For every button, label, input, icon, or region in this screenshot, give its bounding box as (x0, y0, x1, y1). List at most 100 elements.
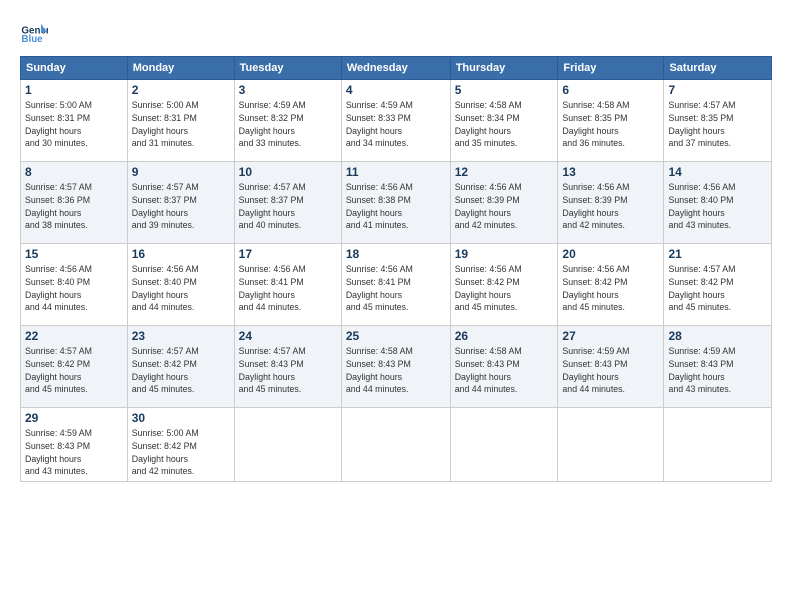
day-number: 16 (132, 247, 230, 261)
day-info: Sunrise: 4:58 AM Sunset: 8:43 PM Dayligh… (455, 345, 554, 396)
day-info: Sunrise: 4:57 AM Sunset: 8:42 PM Dayligh… (132, 345, 230, 396)
empty-cell (341, 408, 450, 482)
day-info: Sunrise: 4:57 AM Sunset: 8:35 PM Dayligh… (668, 99, 767, 150)
day-info: Sunrise: 4:56 AM Sunset: 8:42 PM Dayligh… (562, 263, 659, 314)
day-cell-7: 7 Sunrise: 4:57 AM Sunset: 8:35 PM Dayli… (664, 80, 772, 162)
day-info: Sunrise: 4:59 AM Sunset: 8:43 PM Dayligh… (562, 345, 659, 396)
day-cell-28: 28 Sunrise: 4:59 AM Sunset: 8:43 PM Dayl… (664, 326, 772, 408)
day-number: 22 (25, 329, 123, 343)
calendar-week-2: 8 Sunrise: 4:57 AM Sunset: 8:36 PM Dayli… (21, 162, 772, 244)
day-number: 30 (132, 411, 230, 425)
day-cell-11: 11 Sunrise: 4:56 AM Sunset: 8:38 PM Dayl… (341, 162, 450, 244)
day-cell-22: 22 Sunrise: 4:57 AM Sunset: 8:42 PM Dayl… (21, 326, 128, 408)
col-header-sunday: Sunday (21, 57, 128, 80)
day-number: 3 (239, 83, 337, 97)
svg-text:Blue: Blue (21, 34, 43, 45)
day-info: Sunrise: 4:56 AM Sunset: 8:39 PM Dayligh… (562, 181, 659, 232)
calendar-header-row: SundayMondayTuesdayWednesdayThursdayFrid… (21, 57, 772, 80)
day-cell-19: 19 Sunrise: 4:56 AM Sunset: 8:42 PM Dayl… (450, 244, 558, 326)
day-number: 4 (346, 83, 446, 97)
day-cell-24: 24 Sunrise: 4:57 AM Sunset: 8:43 PM Dayl… (234, 326, 341, 408)
calendar-week-5: 29 Sunrise: 4:59 AM Sunset: 8:43 PM Dayl… (21, 408, 772, 482)
day-number: 8 (25, 165, 123, 179)
day-cell-29: 29 Sunrise: 4:59 AM Sunset: 8:43 PM Dayl… (21, 408, 128, 482)
day-number: 11 (346, 165, 446, 179)
day-cell-17: 17 Sunrise: 4:56 AM Sunset: 8:41 PM Dayl… (234, 244, 341, 326)
calendar-table: SundayMondayTuesdayWednesdayThursdayFrid… (20, 56, 772, 482)
day-cell-3: 3 Sunrise: 4:59 AM Sunset: 8:32 PM Dayli… (234, 80, 341, 162)
day-cell-25: 25 Sunrise: 4:58 AM Sunset: 8:43 PM Dayl… (341, 326, 450, 408)
day-info: Sunrise: 4:57 AM Sunset: 8:42 PM Dayligh… (668, 263, 767, 314)
empty-cell (664, 408, 772, 482)
col-header-friday: Friday (558, 57, 664, 80)
day-number: 25 (346, 329, 446, 343)
day-number: 28 (668, 329, 767, 343)
day-cell-15: 15 Sunrise: 4:56 AM Sunset: 8:40 PM Dayl… (21, 244, 128, 326)
logo: General Blue (20, 18, 52, 46)
day-info: Sunrise: 4:57 AM Sunset: 8:36 PM Dayligh… (25, 181, 123, 232)
day-cell-20: 20 Sunrise: 4:56 AM Sunset: 8:42 PM Dayl… (558, 244, 664, 326)
day-number: 13 (562, 165, 659, 179)
calendar-week-1: 1 Sunrise: 5:00 AM Sunset: 8:31 PM Dayli… (21, 80, 772, 162)
day-cell-10: 10 Sunrise: 4:57 AM Sunset: 8:37 PM Dayl… (234, 162, 341, 244)
day-info: Sunrise: 4:56 AM Sunset: 8:41 PM Dayligh… (239, 263, 337, 314)
col-header-saturday: Saturday (664, 57, 772, 80)
day-cell-27: 27 Sunrise: 4:59 AM Sunset: 8:43 PM Dayl… (558, 326, 664, 408)
col-header-monday: Monday (127, 57, 234, 80)
day-number: 18 (346, 247, 446, 261)
day-cell-13: 13 Sunrise: 4:56 AM Sunset: 8:39 PM Dayl… (558, 162, 664, 244)
day-info: Sunrise: 4:58 AM Sunset: 8:43 PM Dayligh… (346, 345, 446, 396)
day-cell-9: 9 Sunrise: 4:57 AM Sunset: 8:37 PM Dayli… (127, 162, 234, 244)
day-info: Sunrise: 4:56 AM Sunset: 8:38 PM Dayligh… (346, 181, 446, 232)
day-cell-30: 30 Sunrise: 5:00 AM Sunset: 8:42 PM Dayl… (127, 408, 234, 482)
day-number: 1 (25, 83, 123, 97)
col-header-thursday: Thursday (450, 57, 558, 80)
day-cell-16: 16 Sunrise: 4:56 AM Sunset: 8:40 PM Dayl… (127, 244, 234, 326)
day-cell-21: 21 Sunrise: 4:57 AM Sunset: 8:42 PM Dayl… (664, 244, 772, 326)
day-info: Sunrise: 4:56 AM Sunset: 8:42 PM Dayligh… (455, 263, 554, 314)
day-info: Sunrise: 5:00 AM Sunset: 8:31 PM Dayligh… (132, 99, 230, 150)
day-number: 6 (562, 83, 659, 97)
empty-cell (450, 408, 558, 482)
day-info: Sunrise: 4:56 AM Sunset: 8:41 PM Dayligh… (346, 263, 446, 314)
day-cell-12: 12 Sunrise: 4:56 AM Sunset: 8:39 PM Dayl… (450, 162, 558, 244)
calendar-week-3: 15 Sunrise: 4:56 AM Sunset: 8:40 PM Dayl… (21, 244, 772, 326)
day-cell-5: 5 Sunrise: 4:58 AM Sunset: 8:34 PM Dayli… (450, 80, 558, 162)
day-info: Sunrise: 4:57 AM Sunset: 8:42 PM Dayligh… (25, 345, 123, 396)
day-number: 27 (562, 329, 659, 343)
day-cell-26: 26 Sunrise: 4:58 AM Sunset: 8:43 PM Dayl… (450, 326, 558, 408)
day-number: 15 (25, 247, 123, 261)
day-number: 12 (455, 165, 554, 179)
day-cell-23: 23 Sunrise: 4:57 AM Sunset: 8:42 PM Dayl… (127, 326, 234, 408)
day-cell-2: 2 Sunrise: 5:00 AM Sunset: 8:31 PM Dayli… (127, 80, 234, 162)
day-cell-6: 6 Sunrise: 4:58 AM Sunset: 8:35 PM Dayli… (558, 80, 664, 162)
day-number: 7 (668, 83, 767, 97)
day-number: 10 (239, 165, 337, 179)
day-number: 29 (25, 411, 123, 425)
day-info: Sunrise: 4:56 AM Sunset: 8:40 PM Dayligh… (25, 263, 123, 314)
day-info: Sunrise: 4:58 AM Sunset: 8:35 PM Dayligh… (562, 99, 659, 150)
empty-cell (234, 408, 341, 482)
day-info: Sunrise: 5:00 AM Sunset: 8:42 PM Dayligh… (132, 427, 230, 478)
col-header-tuesday: Tuesday (234, 57, 341, 80)
col-header-wednesday: Wednesday (341, 57, 450, 80)
empty-cell (558, 408, 664, 482)
day-number: 14 (668, 165, 767, 179)
day-info: Sunrise: 4:59 AM Sunset: 8:32 PM Dayligh… (239, 99, 337, 150)
day-info: Sunrise: 4:57 AM Sunset: 8:37 PM Dayligh… (239, 181, 337, 232)
day-number: 5 (455, 83, 554, 97)
day-cell-14: 14 Sunrise: 4:56 AM Sunset: 8:40 PM Dayl… (664, 162, 772, 244)
day-number: 21 (668, 247, 767, 261)
day-info: Sunrise: 4:59 AM Sunset: 8:33 PM Dayligh… (346, 99, 446, 150)
day-info: Sunrise: 4:56 AM Sunset: 8:40 PM Dayligh… (668, 181, 767, 232)
day-info: Sunrise: 4:56 AM Sunset: 8:40 PM Dayligh… (132, 263, 230, 314)
day-cell-8: 8 Sunrise: 4:57 AM Sunset: 8:36 PM Dayli… (21, 162, 128, 244)
day-info: Sunrise: 5:00 AM Sunset: 8:31 PM Dayligh… (25, 99, 123, 150)
day-number: 23 (132, 329, 230, 343)
day-number: 9 (132, 165, 230, 179)
day-info: Sunrise: 4:57 AM Sunset: 8:43 PM Dayligh… (239, 345, 337, 396)
day-cell-18: 18 Sunrise: 4:56 AM Sunset: 8:41 PM Dayl… (341, 244, 450, 326)
day-info: Sunrise: 4:57 AM Sunset: 8:37 PM Dayligh… (132, 181, 230, 232)
day-info: Sunrise: 4:56 AM Sunset: 8:39 PM Dayligh… (455, 181, 554, 232)
page: General Blue SundayMondayTuesdayWednesda… (0, 0, 792, 612)
